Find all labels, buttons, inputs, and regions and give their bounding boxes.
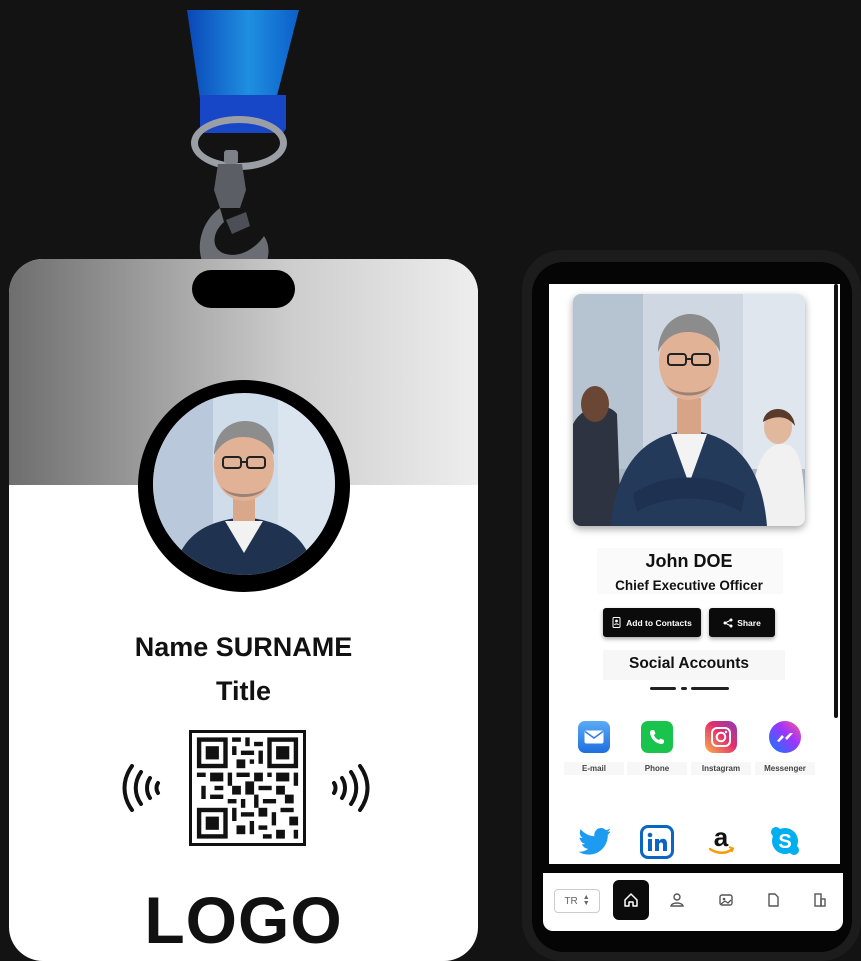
social-amazon[interactable]: a xyxy=(691,825,751,857)
badge-slot xyxy=(192,270,295,308)
contact-card-icon xyxy=(612,617,621,628)
svg-text:a: a xyxy=(714,825,729,852)
twitter-icon xyxy=(578,825,610,857)
linkedin-icon xyxy=(640,825,674,859)
id-badge xyxy=(9,259,478,961)
nav-home[interactable] xyxy=(613,880,649,920)
profile-title: Chief Executive Officer xyxy=(615,578,763,593)
instagram-icon xyxy=(705,721,737,753)
add-to-contacts-label: Add to Contacts xyxy=(626,617,692,628)
profile-photo xyxy=(573,294,805,526)
mail-icon xyxy=(578,721,610,753)
svg-text:S: S xyxy=(778,831,791,853)
add-to-contacts-button[interactable]: Add to Contacts xyxy=(603,608,701,637)
qr-code xyxy=(189,730,306,846)
share-button[interactable]: Share xyxy=(709,608,775,637)
badge-title: Title xyxy=(215,676,271,706)
social-phone[interactable]: Phone xyxy=(627,721,687,775)
badge-logo: LOGO xyxy=(144,883,343,957)
social-email[interactable]: E-mail xyxy=(564,721,624,775)
social-messenger[interactable]: Messenger xyxy=(755,721,815,775)
social-twitter[interactable] xyxy=(564,825,624,857)
user-icon xyxy=(670,893,684,907)
messenger-icon xyxy=(769,721,801,753)
home-icon xyxy=(624,893,638,907)
gallery-icon xyxy=(719,894,733,906)
nav-profile[interactable] xyxy=(659,880,695,920)
building-icon xyxy=(814,893,826,907)
nav-gallery[interactable] xyxy=(708,880,744,920)
nfc-wave-right-icon xyxy=(332,764,370,812)
badge-avatar xyxy=(153,393,335,575)
social-label: Phone xyxy=(627,762,687,775)
social-label: E-mail xyxy=(564,762,624,775)
nav-documents[interactable] xyxy=(755,880,791,920)
select-arrows-icon: ▲ ▼ xyxy=(582,894,590,907)
social-linkedin[interactable] xyxy=(627,825,687,859)
scrollbar[interactable] xyxy=(834,284,838,718)
skype-icon: S xyxy=(769,825,801,857)
section-divider xyxy=(650,687,729,690)
phone-icon xyxy=(641,721,673,753)
nav-company[interactable] xyxy=(802,880,838,920)
amazon-icon: a xyxy=(705,825,737,857)
document-icon xyxy=(768,893,779,907)
language-value: TR xyxy=(564,895,578,907)
social-label: Messenger xyxy=(755,762,815,775)
social-accounts-heading: Social Accounts xyxy=(628,655,749,672)
social-label: Instagram xyxy=(691,762,751,775)
share-icon xyxy=(723,618,733,627)
social-skype[interactable]: S xyxy=(755,825,815,857)
language-select[interactable]: TR ▲ ▼ xyxy=(554,889,600,913)
badge-name: Name SURNAME xyxy=(134,632,353,662)
social-instagram[interactable]: Instagram xyxy=(691,721,751,775)
profile-name: John DOE xyxy=(645,551,733,571)
share-label: Share xyxy=(737,617,761,628)
nfc-wave-left-icon xyxy=(122,764,160,812)
